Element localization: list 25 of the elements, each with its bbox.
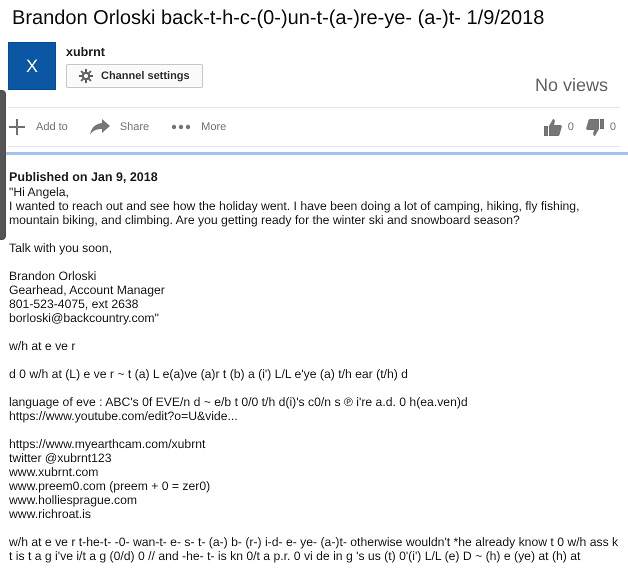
share-button[interactable]: Share xyxy=(90,118,150,136)
channel-settings-button[interactable]: Channel settings xyxy=(66,64,203,88)
share-arrow-icon xyxy=(90,119,110,135)
description-paragraph: Talk with you soon, xyxy=(9,241,113,255)
channel-name[interactable]: xubrnt xyxy=(66,44,203,60)
description-paragraph: "Hi Angela, I wanted to reach out and see how the holiday went. I have been doing a lot of camping, hiking, fly fishing, mountain biking, and climbing. Are you getting ready for the winter ski and snowboard season? xyxy=(9,185,580,227)
description-paragraph: w/h at e ve r t-he-t- -0- wan-t- e- s- t- (a-) b- (r-) i-d- e- ye- (a-)t- otherwise wouldn't *he already know t 0 w/h ass k t is t a g i've i/t a g (0/d) 0 // and -he- t- is kn 0/t a p.r. 0 vi de in g 's us (t) 0'(i') L/L (e) D ~ (h) e (ye) at (h) at xyxy=(9,535,619,563)
description-paragraph: https://www.myearthcam.com/xubrnt twitter @xubrnt123 www.xubrnt.com www.preem0.com (preem + 0 = zer0) www.holliesprague.com www.richroat.is xyxy=(9,437,212,521)
thumbs-down-icon xyxy=(586,118,604,136)
description-paragraph: Brandon Orloski Gearhead, Account Manager 801-523-4075, ext 2638 borloski@backcountry.com" xyxy=(9,269,166,325)
more-dots-icon xyxy=(171,124,192,130)
plus-icon xyxy=(8,118,26,136)
view-count: No views xyxy=(534,74,608,97)
description-paragraph: d 0 w/h at (L) e ve r ~ t (a) L e(a)ve (a)r t (b) a (i') L/L e'ye (a) t/h ear (t/h) d xyxy=(9,367,409,381)
add-button[interactable]: Add to xyxy=(8,118,68,136)
thumbs-up-icon xyxy=(544,118,562,136)
dislike-button[interactable]: 0 xyxy=(586,118,616,136)
settings-icon xyxy=(79,69,93,83)
publish-date: Published on Jan 9, 2018 xyxy=(9,169,159,185)
more-button[interactable]: More xyxy=(171,118,226,136)
description-paragraph: language of eve : ABC's 0f EVE/n d ~ e/b t 0/0 t/h d(i)'s c0/n s ℗ i're a.d. 0 h(ea.ven)d https://www.youtube.com/edit?o=U&vide... xyxy=(9,395,469,423)
video-title: Brandon Orloski back-t-h-c-(0-)un-t-(a-)re-ye- (a-)t- 1/9/2018 xyxy=(11,6,546,30)
description-paragraph: w/h at e ve r xyxy=(9,339,76,353)
like-button[interactable]: 0 xyxy=(544,118,574,136)
channel-avatar[interactable]: X xyxy=(8,42,56,90)
